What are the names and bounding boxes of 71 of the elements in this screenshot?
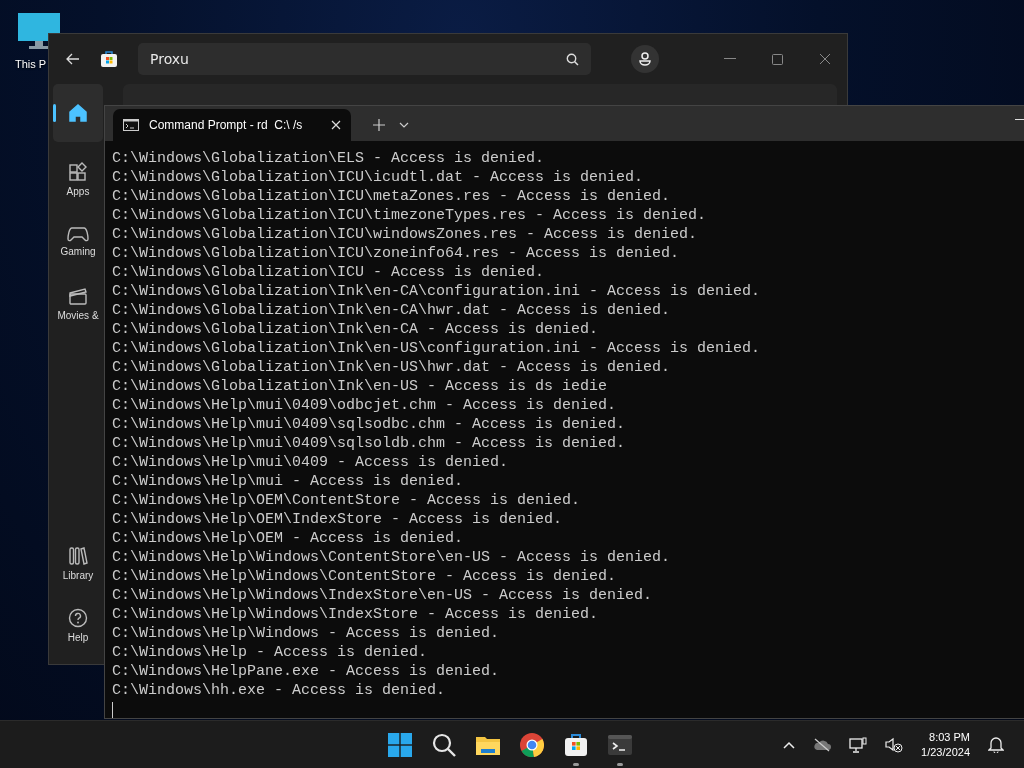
console-line: C:\Windows\Help\mui\0409\odbcjet.chm - Access is denied. [112, 396, 618, 415]
console-line: C:\Windows\Help\Windows - Access is denied. [112, 624, 501, 643]
windows-logo-icon[interactable] [388, 733, 412, 757]
minimize-icon[interactable] [1015, 119, 1024, 121]
nav-item[interactable]: Help [53, 600, 103, 650]
bag-icon [100, 50, 118, 68]
nav-item[interactable]: Gaming [53, 216, 103, 266]
chevron-down-icon[interactable] [399, 122, 409, 128]
help-icon [68, 607, 88, 628]
network-icon[interactable] [849, 736, 868, 753]
console-line: C:\Windows\Globalization\Ink\en-CA\configuration.ini - Access is denied. [112, 282, 762, 301]
apps-icon [68, 161, 88, 182]
console-line: C:\Windows\Globalization\ICU\icudtl.dat - Access is denied. [112, 168, 645, 187]
clock[interactable]: 8:03 PM 1/23/2024 [921, 729, 970, 760]
terminal-icon[interactable] [608, 735, 632, 755]
gamepad-icon [67, 225, 89, 242]
bag-icon[interactable] [564, 733, 588, 757]
console-line: C:\Windows\Globalization\ICU\timezoneTypes.res - Access is denied. [112, 206, 708, 225]
console-line: C:\Windows\hh.exe - Access is denied. [112, 681, 447, 700]
user-icon[interactable] [631, 45, 659, 73]
minimize-icon[interactable] [724, 58, 736, 60]
clock-time: 8:03 PM [929, 729, 970, 745]
folder-icon[interactable] [475, 734, 501, 756]
monitor-icon[interactable] [17, 12, 61, 50]
console-line: C:\Windows\Help\mui\0409\sqlsoldb.chm - Access is denied. [112, 434, 627, 453]
console-line: C:\Windows\Globalization\ICU\windowsZones.res - Access is denied. [112, 225, 699, 244]
home-icon [68, 103, 88, 123]
console-line: C:\Windows\Help\Windows\ContentStore\en-US - Access is denied. [112, 548, 672, 567]
console-line: C:\Windows\Globalization\Ink\en-CA - Access is denied. [112, 320, 600, 339]
nav-item[interactable]: Library [53, 538, 103, 588]
text-cursor [112, 702, 113, 718]
terminal-tab[interactable]: Command Prompt - rd C:\ /s [113, 109, 351, 141]
console-line: C:\Windows\Globalization\Ink\en-US - Access is ds iedie [112, 377, 609, 396]
cloud-off-icon[interactable] [813, 737, 832, 752]
console-line: C:\Windows\Globalization\ICU\metaZones.res - Access is denied. [112, 187, 672, 206]
desktop-icon-label: This P [15, 58, 47, 70]
back-icon[interactable] [66, 53, 80, 65]
console-line: C:\Windows\Globalization\ELS - Access is denied. [112, 149, 546, 168]
console-line: C:\Windows\Globalization\Ink\en-CA\hwr.dat - Access is denied. [112, 301, 672, 320]
console-line: C:\Windows\Globalization\Ink\en-US\hwr.dat - Access is denied. [112, 358, 672, 377]
nav-item[interactable]: Apps [53, 154, 103, 204]
console-line: C:\Windows\Help\Windows\IndexStore\en-US - Access is denied. [112, 586, 654, 605]
console-line: C:\Windows\Globalization\ICU - Access is denied. [112, 263, 546, 282]
clock-date: 1/23/2024 [921, 744, 970, 760]
console-line: C:\Windows\Help\OEM\IndexStore - Access is denied. [112, 510, 564, 529]
console-line: C:\Windows\Help\mui\0409 - Access is denied. [112, 453, 510, 472]
library-icon [68, 545, 88, 566]
console-line: C:\Windows\Globalization\ICU\zoneinfo64.res - Access is denied. [112, 244, 681, 263]
clapperboard-icon [68, 285, 88, 306]
console-line: C:\Windows\Help\OEM - Access is denied. [112, 529, 465, 548]
nav-item[interactable]: Movies & [53, 278, 103, 328]
console-line: C:\Windows\Help\OEM\ContentStore - Access is denied. [112, 491, 582, 510]
console-line: C:\Windows\Help\Windows\IndexStore - Access is denied. [112, 605, 600, 624]
search-icon[interactable] [432, 733, 456, 757]
search-field[interactable]: Proxu [138, 43, 591, 75]
search-icon[interactable] [566, 52, 579, 66]
bell-icon[interactable] [988, 736, 1004, 753]
nav-item[interactable] [53, 84, 103, 142]
console-line: C:\Windows\Help\mui - Access is denied. [112, 472, 465, 491]
console-line: C:\Windows\Help\Windows\ContentStore - Access is denied. [112, 567, 618, 586]
browser-icon[interactable] [520, 733, 544, 757]
console-icon [123, 119, 139, 131]
console-line: C:\Windows\Help\mui\0409\sqlsodbc.chm - Access is denied. [112, 415, 627, 434]
chevron-up-icon[interactable] [783, 740, 796, 749]
maximize-icon[interactable] [772, 53, 783, 65]
console-line: C:\Windows\HelpPane.exe - Access is denied. [112, 662, 501, 681]
volume-muted-icon[interactable] [885, 736, 904, 753]
plus-icon[interactable] [373, 119, 385, 131]
console-line: C:\Windows\Help - Access is denied. [112, 643, 429, 662]
console-line: C:\Windows\Globalization\Ink\en-US\configuration.ini - Access is denied. [112, 339, 762, 358]
tab-title: Command Prompt - rd C:\ /s [149, 118, 304, 132]
